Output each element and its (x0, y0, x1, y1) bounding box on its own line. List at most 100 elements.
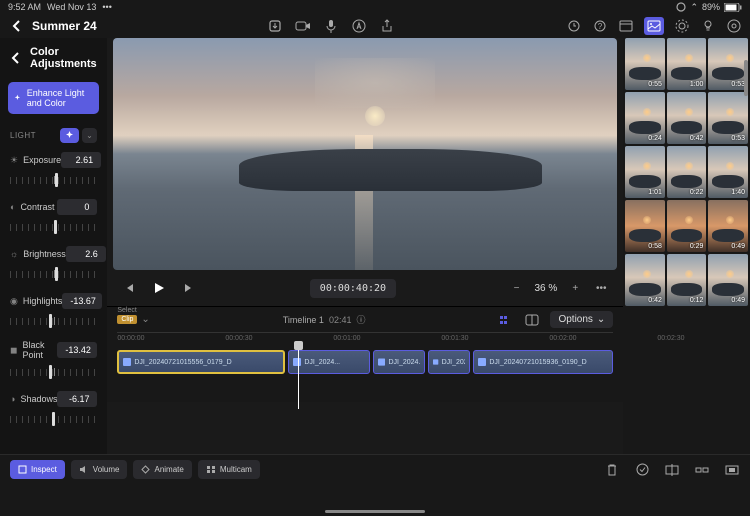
panel-title: Color Adjustments (30, 46, 97, 70)
scrollbar[interactable] (744, 60, 748, 96)
timeline-clip[interactable]: DJI_2024... (288, 350, 370, 374)
param-exposure-value[interactable]: 2.61 (61, 152, 101, 168)
snapping-icon[interactable] (524, 312, 540, 328)
param-black-point-value[interactable]: -13.42 (57, 342, 97, 358)
media-thumb[interactable] (625, 38, 665, 90)
media-view-icon[interactable] (644, 17, 664, 35)
enhance-button[interactable]: Enhance Light and Color (8, 82, 99, 114)
param-black-point-label: ◼ Black Point (10, 340, 57, 360)
zoom-in-icon[interactable]: + (567, 280, 583, 296)
ruler-tick: 00:01:00 (333, 335, 360, 342)
timeline-clip[interactable]: DJI_20240721015556_0179_D (117, 350, 285, 374)
status-bar: 9:52 AMWed Nov 13••• ⌃89% (0, 0, 750, 14)
media-thumb[interactable] (667, 92, 707, 144)
ruler-tick: 00:00:30 (225, 335, 252, 342)
trash-icon[interactable] (604, 462, 620, 478)
media-thumb[interactable] (667, 200, 707, 252)
history-icon[interactable] (566, 18, 582, 34)
info-icon[interactable]: ? (592, 18, 608, 34)
bottom-bar: Inspect Volume Animate Multicam (0, 454, 750, 484)
media-thumb[interactable] (667, 254, 707, 306)
volume-tab[interactable]: Volume (71, 460, 128, 479)
video-track[interactable]: DJI_20240721015556_0179_DDJI_2024...DJI_… (107, 346, 623, 378)
param-highlights-slider[interactable] (10, 311, 97, 329)
clip-badge[interactable]: Clip (117, 315, 137, 324)
clip-chevron-icon[interactable]: ⌄ (141, 314, 149, 325)
media-thumb[interactable] (708, 38, 748, 90)
section-chevron-icon[interactable]: ⌄ (82, 128, 97, 143)
import-icon[interactable] (267, 18, 283, 34)
timeline-clip[interactable]: DJI_20240721015936_0190_D (473, 350, 613, 374)
timeline-options-button[interactable]: Options ⌄ (550, 311, 613, 328)
home-indicator (325, 510, 425, 513)
media-thumb[interactable] (667, 146, 707, 198)
multicam-tab[interactable]: Multicam (198, 460, 260, 479)
magnetic-icon[interactable] (498, 312, 514, 328)
param-shadows-slider[interactable] (10, 409, 97, 427)
media-thumb[interactable] (667, 38, 707, 90)
media-thumb[interactable] (708, 254, 748, 306)
panel-back-icon[interactable] (10, 51, 20, 65)
browser-icon[interactable] (618, 18, 634, 34)
timeline-info-icon[interactable]: ⓘ (356, 315, 365, 325)
animate-icon (141, 465, 150, 474)
suggestions-icon[interactable] (700, 18, 716, 34)
param-exposure-label: ☀ Exposure (10, 155, 61, 166)
camera-icon[interactable] (295, 18, 311, 34)
param-shadows-label: ◑ Shadows (10, 394, 57, 404)
timeline-ruler[interactable]: 00:00:00 00:00:30 00:01:00 00:01:30 00:02:00… (117, 332, 613, 346)
param-highlights-value[interactable]: -13.67 (62, 293, 102, 309)
next-frame-icon[interactable] (181, 280, 197, 296)
param-contrast-value[interactable]: 0 (57, 199, 97, 215)
media-browser (623, 38, 750, 454)
param-black-point-slider[interactable] (10, 362, 97, 380)
zoom-percent: 36 % (535, 283, 558, 294)
view-options-icon[interactable]: ••• (593, 280, 609, 296)
param-brightness-slider[interactable] (10, 264, 97, 282)
ruler-tick: 00:00:00 (117, 335, 144, 342)
media-thumb[interactable] (625, 200, 665, 252)
project-title: Summer 24 (32, 19, 97, 33)
timeline-clip[interactable]: DJI_2024... (428, 350, 470, 374)
media-thumb[interactable] (708, 146, 748, 198)
voiceover-icon[interactable] (323, 18, 339, 34)
connect-icon[interactable] (694, 462, 710, 478)
clip-icon (433, 358, 438, 366)
svg-text:?: ? (598, 22, 603, 31)
video-preview[interactable] (113, 38, 617, 270)
play-icon[interactable] (151, 280, 167, 296)
prev-frame-icon[interactable] (121, 280, 137, 296)
settings-icon[interactable] (726, 18, 742, 34)
sparkle-icon (14, 93, 21, 103)
clip-icon (293, 358, 301, 366)
media-thumb[interactable] (625, 146, 665, 198)
ai-toggle[interactable] (60, 128, 79, 143)
param-exposure-slider[interactable] (10, 170, 97, 188)
share-icon[interactable] (379, 18, 395, 34)
media-thumb[interactable] (625, 254, 665, 306)
tools-icon[interactable] (674, 18, 690, 34)
media-thumb[interactable] (708, 92, 748, 144)
ruler-tick: 00:02:00 (549, 335, 576, 342)
sync-icon (676, 2, 686, 12)
timeline-clip[interactable]: DJI_2024... (373, 350, 425, 374)
param-contrast-slider[interactable] (10, 217, 97, 235)
param-shadows-value[interactable]: -6.17 (57, 391, 97, 407)
media-thumb[interactable] (625, 92, 665, 144)
param-brightness-value[interactable]: 2.6 (66, 246, 106, 262)
inspect-icon (18, 465, 27, 474)
battery-icon (724, 3, 742, 12)
enable-icon[interactable] (634, 462, 650, 478)
inspect-tab[interactable]: Inspect (10, 460, 65, 479)
media-thumb[interactable] (708, 200, 748, 252)
animate-tab[interactable]: Animate (133, 460, 191, 479)
ruler-tick: 00:01:30 (441, 335, 468, 342)
zoom-out-icon[interactable]: − (509, 280, 525, 296)
text-icon[interactable] (351, 18, 367, 34)
back-chevron-icon[interactable] (8, 18, 24, 34)
overwrite-icon[interactable] (724, 462, 740, 478)
playhead[interactable] (298, 347, 299, 409)
param-highlights-label: ◉ Highlights (10, 296, 62, 307)
timecode[interactable]: 00:00:40:20 (310, 279, 396, 298)
split-icon[interactable] (664, 462, 680, 478)
